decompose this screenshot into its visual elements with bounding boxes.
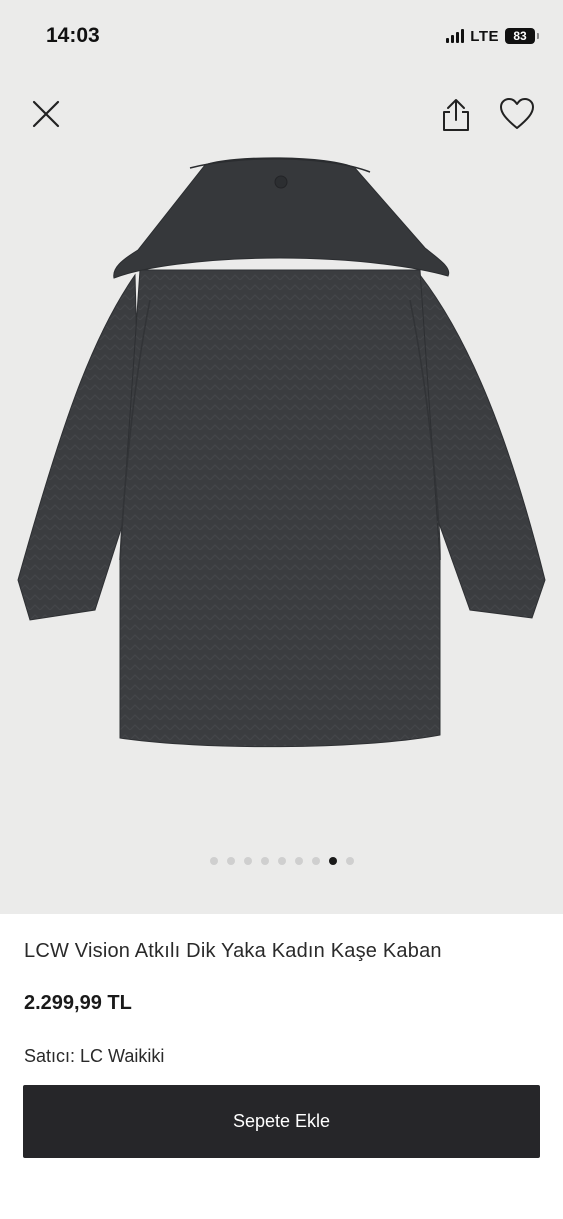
gallery-dot[interactable] [209,857,218,865]
product-image-gallery[interactable] [0,0,563,914]
gallery-dot[interactable] [277,857,286,865]
seller-label: Satıcı: [24,1046,76,1066]
gallery-dot[interactable] [243,857,252,865]
gallery-dot-active[interactable] [328,857,337,865]
product-price: 2.299,99 TL [24,992,132,1014]
gallery-dot[interactable] [294,857,303,865]
close-button[interactable] [30,98,62,130]
status-time: 14:03 [46,24,100,47]
heart-icon [500,98,534,129]
close-icon [32,100,60,128]
seller-info[interactable]: Satıcı: LC Waikiki [24,1046,164,1067]
gallery-dot[interactable] [345,857,354,865]
gallery-pagination [0,857,563,865]
product-image [17,157,546,748]
status-bar: 14:03 LTE 83 [0,0,563,72]
network-type: LTE [470,27,499,45]
gallery-dot[interactable] [260,857,269,865]
share-icon [443,99,469,131]
gallery-dot[interactable] [311,857,320,865]
status-indicators: LTE 83 [446,25,539,47]
battery-icon: 83 [505,28,539,44]
seller-name[interactable]: LC Waikiki [80,1046,164,1066]
cellular-signal-icon [446,29,465,43]
gallery-dot[interactable] [226,857,235,865]
add-to-cart-label: Sepete Ekle [232,1111,331,1131]
add-to-cart-button[interactable]: Sepete Ekle [23,1085,540,1158]
share-button[interactable] [438,96,474,134]
favorite-button[interactable] [498,96,536,132]
battery-level: 83 [513,29,527,43]
product-title: LCW Vision Atkılı Dik Yaka Kadın Kaşe Ka… [24,940,442,962]
